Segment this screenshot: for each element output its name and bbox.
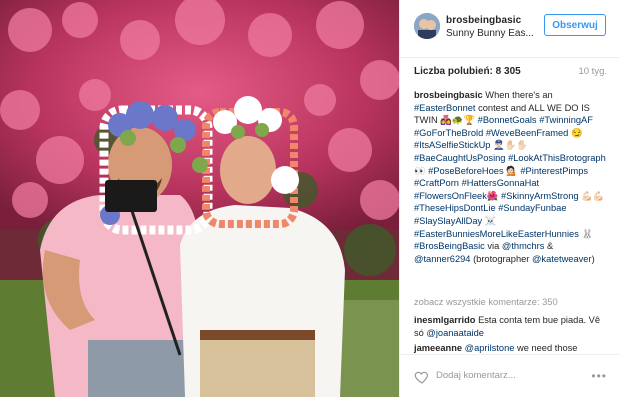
post-footer: Dodaj komentarz... ••• (400, 354, 620, 397)
hashtag-link[interactable]: @thmchrs (502, 241, 545, 251)
hashtag-link[interactable]: @katetweaver (532, 254, 592, 264)
hashtag-link[interactable]: @joanaataide (426, 328, 484, 338)
follow-button[interactable]: Obserwuj (544, 14, 606, 36)
hashtag-link[interactable]: #BonnetGoals (478, 115, 537, 125)
caption-fragment: we need those (514, 343, 578, 353)
photo-illustration (0, 0, 399, 397)
likes-row: Liczba polubień: 8 305 10 tyg. (414, 66, 607, 80)
caption-fragment: 🐰 (578, 228, 594, 239)
post-caption: brosbeingbasic When there's an #EasterBo… (414, 89, 610, 265)
caption-fragment: & (544, 241, 554, 252)
caption-fragment: 👮🏻‍♂️✋🏻✋🏻 (490, 140, 528, 151)
add-comment-input[interactable]: Dodaj komentarz... (436, 370, 516, 381)
comment-username[interactable]: jameeanne (414, 343, 462, 353)
hashtag-link[interactable]: #BaeCaughtUsPosing (414, 153, 505, 163)
hashtag-link[interactable]: #EasterBonnet (414, 103, 476, 113)
hashtag-link[interactable]: #SundayFunbae (498, 203, 566, 213)
hashtag-link[interactable]: #PoseBeforeHoes (428, 166, 503, 176)
view-all-comments-link[interactable]: zobacz wszystkie komentarze: 350 (414, 297, 558, 307)
caption-fragment: 🌺 (486, 190, 502, 201)
comment-item: jameeanne @aprilstone we need those (414, 342, 610, 355)
hashtag-link[interactable]: #TheseHipsDontLie (414, 203, 496, 213)
hashtag-link[interactable]: #BrosBeingBasic (414, 241, 485, 251)
post-username[interactable]: brosbeingbasic (446, 15, 521, 26)
caption-username[interactable]: brosbeingbasic (414, 90, 483, 100)
hashtag-link[interactable]: #CraftPorn (414, 178, 459, 188)
hashtag-link[interactable]: #SkinnyArmStrong (501, 191, 579, 201)
post-header: brosbeingbasic Sunny Bunny Eas... Obserw… (400, 0, 620, 58)
hashtag-link[interactable]: #LookAtThisBrotograph (508, 153, 606, 163)
comment-item: inesmlgarrido Esta conta tem bue piada. … (414, 314, 610, 339)
post-sidebar: brosbeingbasic Sunny Bunny Eas... Obserw… (399, 0, 620, 397)
hashtag-link[interactable]: #GoForTheBrold (414, 128, 483, 138)
caption-fragment: ) (591, 253, 595, 264)
hashtag-link[interactable]: #PinterestPimps (520, 166, 588, 176)
caption-fragment: When there's an (482, 90, 553, 100)
caption-text: When there's an #EasterBonnet contest an… (414, 90, 606, 264)
avatar[interactable] (414, 13, 440, 39)
hashtag-link[interactable]: #ItsASelfieStickUp (414, 140, 490, 150)
caption-fragment: 😏 (568, 127, 583, 138)
caption-fragment: 💪🏻💪🏻 (578, 190, 605, 201)
post-photo[interactable] (0, 0, 399, 397)
caption-fragment: ☠️ (482, 215, 497, 226)
hashtag-link[interactable]: @tanner6294 (414, 254, 470, 264)
hashtag-link[interactable]: @aprilstone (465, 343, 515, 353)
hashtag-link[interactable]: #TwinningAF (539, 115, 593, 125)
hashtag-link[interactable]: #HattersGonnaHat (462, 178, 540, 188)
avatar-image (414, 13, 440, 39)
caption-fragment: via (484, 241, 502, 252)
hashtag-link[interactable]: #FlowersOnFleek (414, 191, 487, 201)
comment-text: @aprilstone we need those (462, 343, 578, 353)
post-timestamp[interactable]: 10 tyg. (578, 66, 607, 77)
heart-icon[interactable] (414, 369, 430, 385)
caption-fragment: 💁🏻 (503, 165, 521, 176)
comment-username[interactable]: inesmlgarrido (414, 315, 475, 325)
hashtag-link[interactable]: #SlaySlayAllDay (414, 216, 482, 226)
caption-fragment: 👀 (414, 165, 429, 176)
post-location[interactable]: Sunny Bunny Eas... (446, 28, 534, 39)
more-options-icon[interactable]: ••• (591, 369, 607, 383)
caption-fragment: (brotographer (470, 253, 532, 264)
likes-count[interactable]: Liczba polubień: 8 305 (414, 66, 521, 77)
hashtag-link[interactable]: #EasterBunniesMoreLikeEasterHunnies (414, 229, 579, 239)
hashtag-link[interactable]: #WeveBeenFramed (486, 128, 569, 138)
